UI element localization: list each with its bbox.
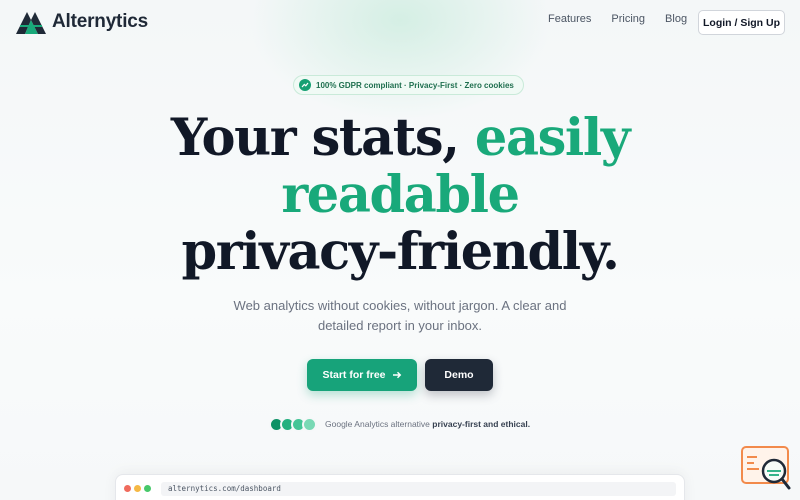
demo-button[interactable]: Demo bbox=[425, 359, 493, 391]
trend-up-icon bbox=[299, 79, 311, 91]
social-proof: Google Analytics alternative privacy-fir… bbox=[325, 419, 530, 429]
address-bar: alternytics.com/dashboard bbox=[161, 482, 676, 496]
brand-name: Alternytics bbox=[52, 11, 149, 32]
arrow-right-icon bbox=[392, 371, 401, 379]
badge-text: 100% GDPR compliant · Privacy-First · Ze… bbox=[316, 80, 514, 90]
login-signup-button[interactable]: Login / Sign Up bbox=[698, 10, 785, 35]
hero-headline: Your stats, easily readable privacy-frie… bbox=[0, 110, 800, 281]
hero-line2: readable bbox=[281, 165, 520, 225]
chat-search-icon[interactable] bbox=[741, 446, 791, 490]
maximize-dot bbox=[144, 485, 151, 492]
close-dot bbox=[124, 485, 131, 492]
user-avatars bbox=[269, 417, 317, 432]
avatar bbox=[302, 417, 317, 432]
hero-subtitle: Web analytics without cookies, without j… bbox=[233, 298, 567, 333]
proof-emphasis: privacy-first and ethical. bbox=[432, 419, 531, 429]
minimize-dot bbox=[134, 485, 141, 492]
logo-icon bbox=[16, 12, 46, 34]
start-free-label: Start for free bbox=[322, 369, 386, 381]
compliance-badge: 100% GDPR compliant · Privacy-First · Ze… bbox=[293, 75, 524, 95]
nav-link-blog[interactable]: Blog bbox=[665, 13, 687, 25]
dashboard-preview: alternytics.com/dashboard bbox=[115, 474, 685, 500]
nav-link-pricing[interactable]: Pricing bbox=[611, 13, 645, 25]
start-free-button[interactable]: Start for free bbox=[307, 359, 417, 391]
hero-line1-accent: easily bbox=[474, 108, 631, 168]
nav-link-features[interactable]: Features bbox=[548, 13, 591, 25]
top-nav: Alternytics Features Pricing Blog Login … bbox=[0, 0, 800, 44]
proof-text: Google Analytics alternative bbox=[325, 419, 430, 429]
nav-links: Features Pricing Blog bbox=[548, 13, 687, 25]
brand[interactable]: Alternytics bbox=[14, 8, 148, 36]
hero-line3: privacy-friendly. bbox=[181, 222, 620, 282]
hero-line1-dark: Your stats, bbox=[170, 108, 460, 168]
